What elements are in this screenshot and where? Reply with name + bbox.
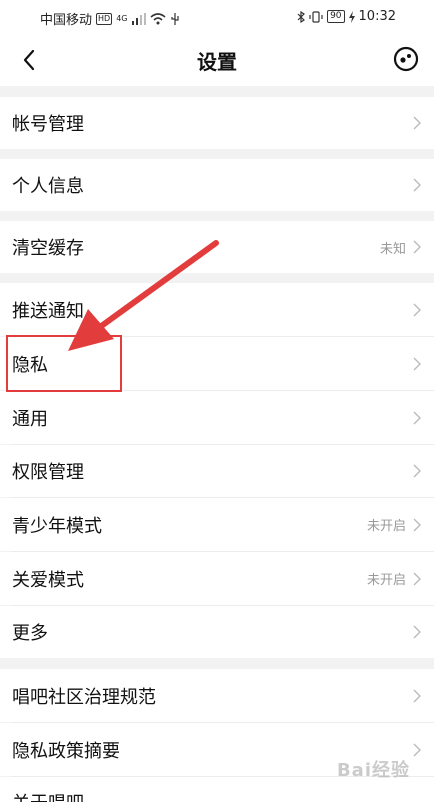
- nav-bar: 设置: [0, 34, 434, 86]
- chevron-right-icon: [413, 464, 421, 478]
- settings-item-permissions[interactable]: 权限管理: [0, 445, 434, 497]
- settings-item-label: 帐号管理: [12, 114, 84, 135]
- chevron-right-icon: [413, 357, 421, 370]
- chevron-right-icon: [413, 625, 421, 639]
- usb-icon: [170, 12, 179, 25]
- chevron-right-icon: [413, 572, 421, 585]
- chevron-right-icon: [413, 116, 421, 130]
- settings-item-general[interactable]: 通用: [0, 391, 434, 444]
- chevron-right-icon: [413, 178, 421, 192]
- vibrate-icon: [309, 10, 323, 23]
- network-type: 4G: [116, 14, 128, 23]
- settings-item-label: 关于唱吧: [12, 789, 84, 802]
- hd-badge: HD: [96, 12, 113, 25]
- settings-item-teen-mode[interactable]: 青少年模式 未开启: [0, 498, 434, 551]
- settings-item-community-rules[interactable]: 唱吧社区治理规范: [0, 669, 434, 722]
- page-title: 设置: [197, 50, 237, 74]
- settings-item-label: 个人信息: [12, 176, 84, 197]
- settings-item-label: 更多: [12, 623, 48, 644]
- chevron-right-icon: [413, 743, 421, 756]
- scan-circle-icon[interactable]: [392, 45, 420, 73]
- clock: 10:32: [358, 9, 396, 24]
- signal-icon: [131, 12, 146, 25]
- settings-item-label: 通用: [12, 408, 48, 430]
- chevron-right-icon: [413, 303, 421, 316]
- settings-item-label: 青少年模式: [12, 515, 102, 537]
- settings-item-label: 唱吧社区治理规范: [12, 686, 156, 708]
- wifi-icon: [149, 12, 166, 24]
- watermark: Bai经验: [336, 760, 410, 781]
- carrier-name: 中国移动: [40, 13, 93, 28]
- settings-item-label: 隐私政策摘要: [12, 740, 120, 762]
- bluetooth-icon: [297, 10, 306, 23]
- status-left: 中国移动 HD 4G: [40, 9, 180, 28]
- chevron-right-icon: [413, 411, 421, 424]
- settings-item-account[interactable]: 帐号管理: [0, 97, 434, 149]
- chevron-right-icon: [413, 518, 421, 531]
- status-bar: 中国移动 HD 4G 90 10:32: [0, 0, 434, 34]
- settings-item-label: 关爱模式: [12, 569, 84, 591]
- settings-item-value: 未知: [379, 241, 406, 257]
- annotation-arrow-icon: [68, 240, 219, 351]
- chevron-right-icon: [413, 240, 421, 254]
- settings-item-label: 权限管理: [12, 462, 84, 483]
- settings-item-care-mode[interactable]: 关爱模式 未开启: [0, 552, 434, 605]
- settings-item-personal-info[interactable]: 个人信息: [0, 159, 434, 211]
- settings-item-value: 未开启: [366, 519, 406, 534]
- status-right: 90 10:32: [297, 9, 396, 24]
- chevron-right-icon: [413, 689, 421, 702]
- settings-item-value: 未开启: [366, 573, 406, 588]
- battery-level: 90: [327, 10, 345, 23]
- settings-item-more[interactable]: 更多: [0, 606, 434, 658]
- charging-icon: [348, 10, 355, 23]
